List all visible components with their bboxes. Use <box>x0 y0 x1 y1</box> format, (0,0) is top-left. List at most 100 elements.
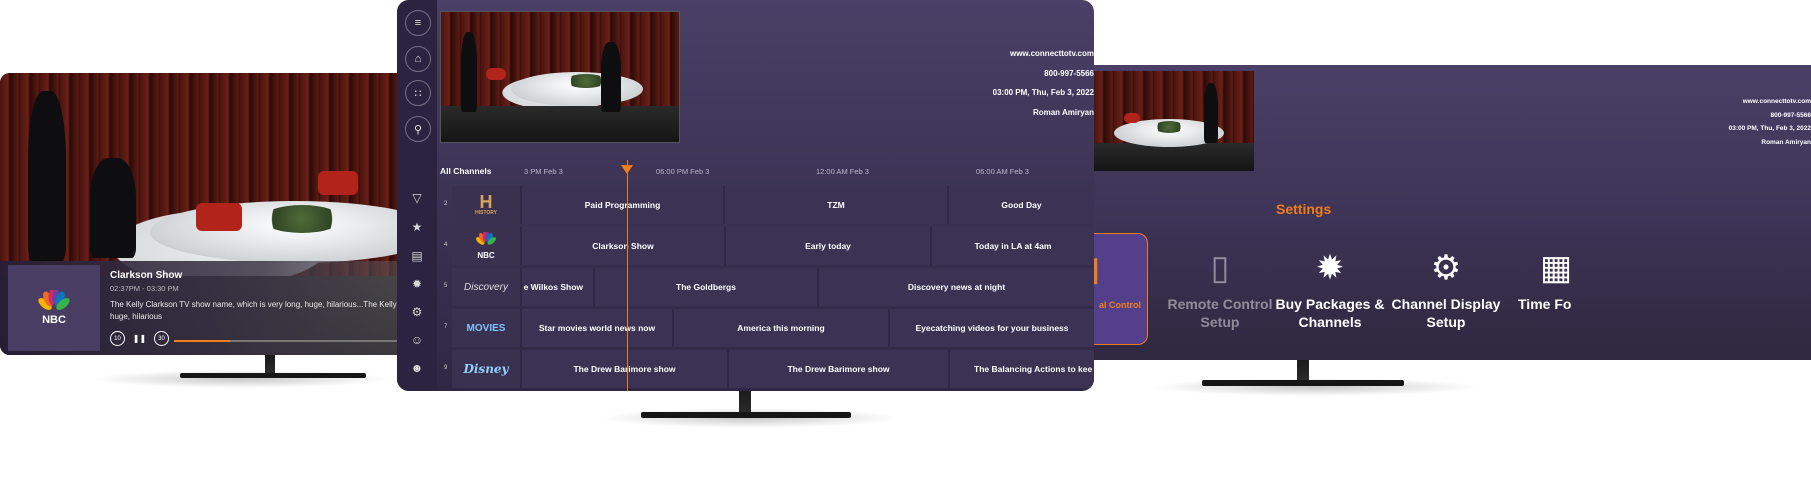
channel-logo: NBC <box>8 265 100 351</box>
robot-icon[interactable]: ☻ <box>409 360 425 376</box>
right-tv-screen: www.connecttotv.com 800-997-5566 03:00 P… <box>1094 65 1811 360</box>
show-description: The Kelly Clarkson TV show name, which i… <box>110 300 434 321</box>
tile-buy-packages[interactable]: ✹ Buy Packages & Channels <box>1274 233 1386 343</box>
channel-logo-text: MOVIES <box>466 322 506 334</box>
channel-logo[interactable]: Disney <box>452 350 520 388</box>
pause-button[interactable]: ❚❚ <box>133 332 146 345</box>
channel-number: 7 <box>444 324 448 330</box>
program-cell[interactable]: The Drew Barimore show <box>727 350 948 388</box>
person-icon[interactable]: ☺ <box>409 332 425 348</box>
tile-time-format[interactable]: ▦ Time Fo <box>1506 233 1596 343</box>
phone-text: 800-997-5566 <box>1044 68 1094 78</box>
show-time: 02:37PM - 03:30 PM <box>110 284 179 293</box>
pause-icon: ❚❚ <box>132 334 147 343</box>
time-tick: 06:00 PM Feb 3 <box>656 167 710 176</box>
menu-icon[interactable]: ≡ <box>405 10 431 36</box>
channel-row: 5 Discovery e Wilkos Show The Goldbergs … <box>440 268 1094 306</box>
preview-video <box>1094 71 1254 171</box>
program-cell[interactable]: Paid Programming <box>520 186 723 224</box>
filter-icon[interactable]: ▽ <box>409 190 425 206</box>
channel-row: 9 Disney The Drew Barimore show The Drew… <box>440 350 1094 388</box>
program-cell[interactable]: Discovery news at night <box>817 268 1094 306</box>
channel-row: 2 H HISTORY Paid Programming TZM Good Day <box>440 186 1094 224</box>
center-tv-screen: ≡ ⌂ ∷ ⚲ ▽ ★ ▤ ✹ ⚙ ☺ ☻ www.connecttotv.co… <box>397 0 1094 391</box>
channel-logo-text: NBC <box>42 314 66 326</box>
time-tick: 06:00 AM Feb 3 <box>976 167 1029 176</box>
channel-logo-text: Discovery <box>464 281 508 293</box>
guide-icon[interactable]: ▤ <box>409 248 425 264</box>
program-cell[interactable]: Early today <box>724 227 930 265</box>
lock-icon: ▮ <box>1094 252 1147 286</box>
program-cell[interactable]: TZM <box>723 186 947 224</box>
channel-number: 4 <box>444 242 448 248</box>
channel-number: 5 <box>444 283 448 289</box>
sidebar: ≡ ⌂ ∷ ⚲ ▽ ★ ▤ ✹ ⚙ ☺ ☻ <box>397 0 437 391</box>
show-title: Clarkson Show <box>110 270 183 281</box>
website-text: www.connecttotv.com <box>1742 98 1811 105</box>
channel-logo-text: HISTORY <box>475 210 497 216</box>
nbc-peacock-icon <box>476 231 496 245</box>
website-text: www.connecttotv.com <box>1009 49 1094 58</box>
calendar-icon: ▦ <box>1540 249 1573 287</box>
datetime-text: 03:00 PM, Thu, Feb 3, 2022 <box>1728 125 1811 132</box>
program-cell[interactable]: Star movies world news now <box>520 309 672 347</box>
account-info: www.connecttotv.com 800-997-5566 03:00 P… <box>1729 95 1811 149</box>
forward-button[interactable]: 30 <box>154 331 169 346</box>
preview-video <box>440 11 680 143</box>
program-cell[interactable]: America this morning <box>672 309 888 347</box>
channel-logo-text: NBC <box>477 251 495 260</box>
search-icon[interactable]: ⚲ <box>405 116 431 142</box>
tile-label: Buy Packages & Channels <box>1275 296 1385 330</box>
program-cell[interactable]: Eyecatching videos for your business <box>888 309 1094 347</box>
player-overlay: NBC Clarkson Show 02:37PM - 03:30 PM The… <box>0 261 440 355</box>
datetime-text: 03:00 PM, Thu, Feb 3, 2022 <box>992 88 1094 97</box>
grid-icon[interactable]: ∷ <box>405 80 431 106</box>
program-cell[interactable]: Today in LA at 4am <box>930 227 1094 265</box>
tile-channel-display-setup[interactable]: ⚙ Channel Display Setup <box>1390 233 1502 343</box>
playback-controls: 10 ❚❚ 30 <box>110 331 169 346</box>
program-cell[interactable]: The Drew Barimore show <box>520 350 727 388</box>
channel-logo[interactable]: NBC <box>452 227 520 265</box>
nbc-peacock-icon <box>38 290 70 310</box>
channel-logo-text: Disney <box>463 362 509 376</box>
channel-number: 2 <box>444 201 448 207</box>
timeline: All Channels 3 PM Feb 3 06:00 PM Feb 3 1… <box>440 160 1094 182</box>
tile-label: Channel Display Setup <box>1391 296 1501 330</box>
tile-label: al Control <box>1099 300 1141 310</box>
program-cell[interactable]: e Wilkos Show <box>520 268 593 306</box>
rewind-icon: 10 <box>114 335 121 342</box>
remote-icon: ▯ <box>1210 249 1230 287</box>
tile-remote-control-setup[interactable]: ▯ Remote Control Setup <box>1164 233 1276 343</box>
all-channels-label[interactable]: All Channels <box>440 166 491 176</box>
gear-icon: ⚙ <box>1430 249 1462 287</box>
time-tick: 12:00 AM Feb 3 <box>816 167 869 176</box>
user-text: Roman Amiryan <box>1032 107 1094 117</box>
settings-title: Settings <box>1276 201 1332 217</box>
progress-fill <box>174 340 230 342</box>
left-tv-screen: NBC Clarkson Show 02:37PM - 03:30 PM The… <box>0 73 440 355</box>
star-icon[interactable]: ★ <box>409 219 425 235</box>
rewind-button[interactable]: 10 <box>110 331 125 346</box>
home-icon[interactable]: ⌂ <box>405 46 431 72</box>
now-line <box>627 160 628 391</box>
user-text: Roman Amiryan <box>1761 138 1811 146</box>
channel-number: 9 <box>444 365 448 371</box>
account-info: www.connecttotv.com 800-997-5566 03:00 P… <box>993 44 1094 122</box>
channel-row: 4 NBC Clarkson Show Early today Today in <box>440 227 1094 265</box>
program-cell[interactable]: The Balancing Actions to kee <box>948 350 1094 388</box>
tile-label: Remote Control Setup <box>1167 296 1273 330</box>
tile-label: Time Fo <box>1518 296 1572 312</box>
network-icon[interactable]: ✹ <box>409 276 425 292</box>
network-icon: ✹ <box>1315 249 1345 287</box>
phone-text: 800-997-5566 <box>1770 111 1811 119</box>
channel-logo[interactable]: MOVIES <box>452 309 520 347</box>
tile-parental-control[interactable]: ▮ al Control <box>1094 233 1148 345</box>
program-cell[interactable]: Good Day <box>947 186 1094 224</box>
time-tick: 3 PM Feb 3 <box>524 167 563 176</box>
forward-icon: 30 <box>158 335 165 342</box>
channel-logo[interactable]: H HISTORY <box>452 186 520 224</box>
settings-icon[interactable]: ⚙ <box>409 304 425 320</box>
channel-logo[interactable]: Discovery <box>452 268 520 306</box>
program-cell[interactable]: Clarkson Show <box>520 227 724 265</box>
channel-row: 7 MOVIES Star movies world news now Amer… <box>440 309 1094 347</box>
